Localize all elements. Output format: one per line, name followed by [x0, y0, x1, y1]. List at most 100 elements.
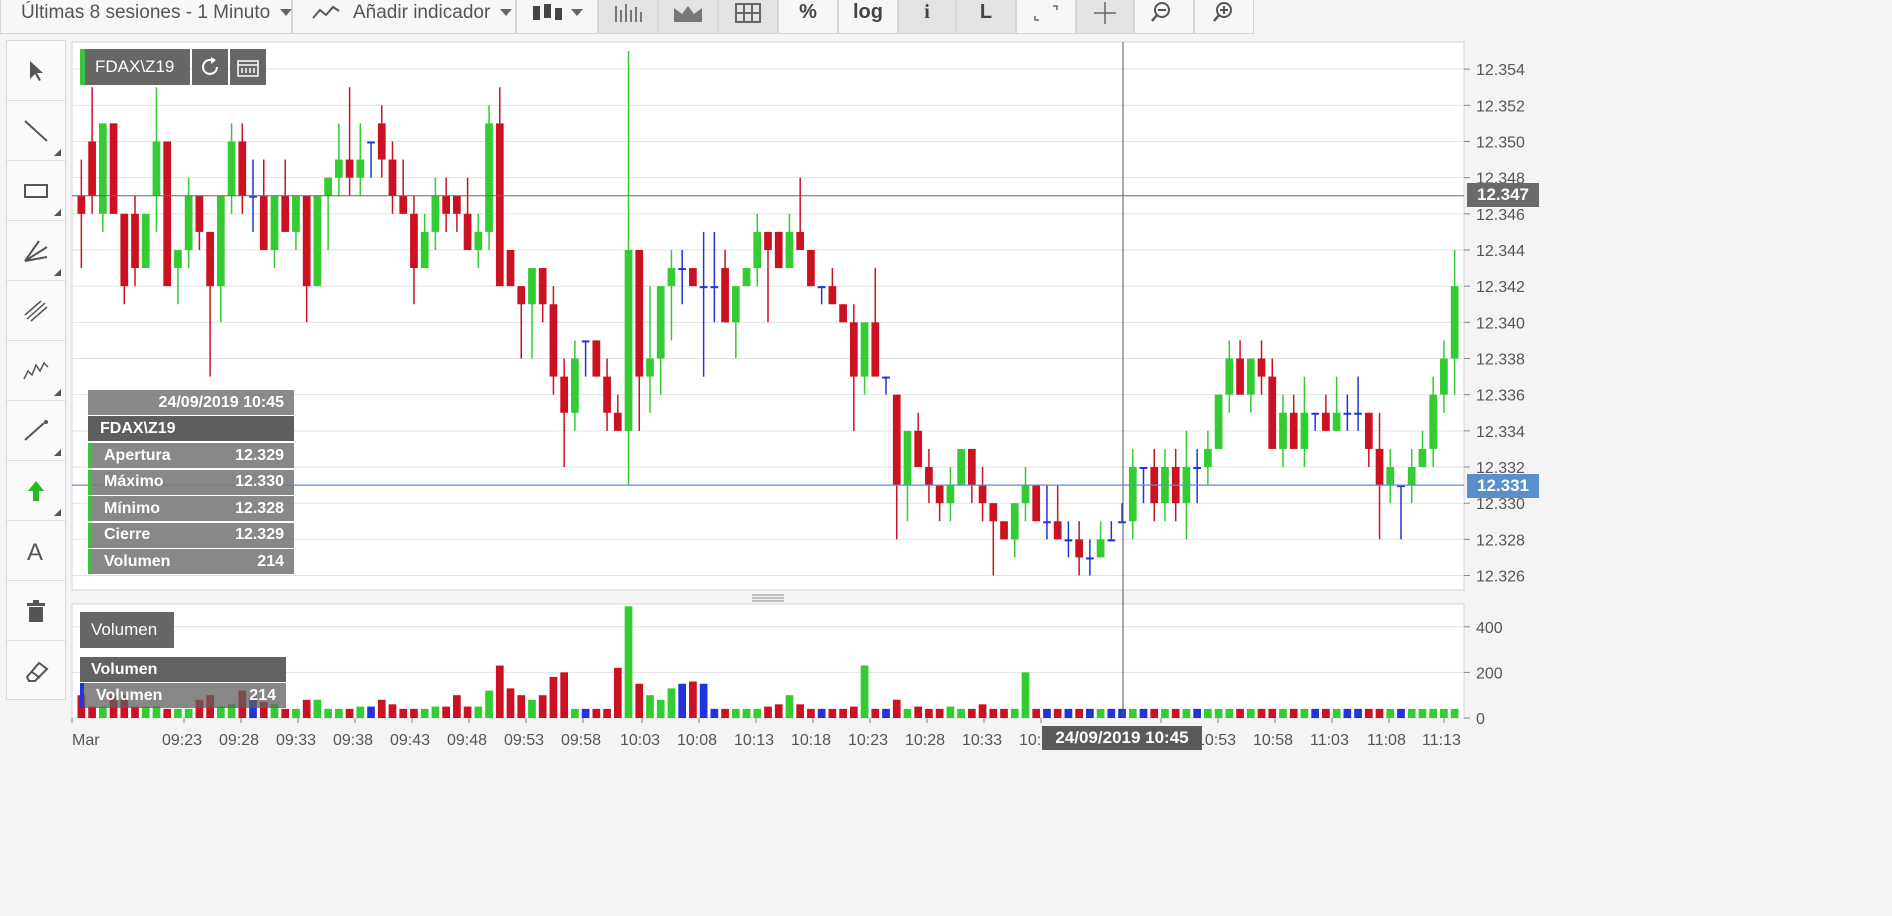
y-tick-label: 12.340: [1476, 315, 1525, 332]
candle-body: [195, 195, 204, 232]
tooltip-row: Cierre 12.329: [88, 522, 294, 548]
volume-bar: [1064, 708, 1073, 718]
candle-body: [1386, 467, 1395, 486]
volume-bar: [1043, 708, 1051, 718]
volume-bar: [184, 708, 193, 718]
volume-bar: [163, 708, 172, 718]
volume-bar: [420, 708, 429, 718]
volume-axis: 400 200 0: [1464, 620, 1503, 728]
volume-bar: [1225, 708, 1234, 718]
volume-bar: [410, 708, 418, 718]
candle-body: [731, 286, 740, 323]
x-tick-label: 09:23: [162, 732, 202, 749]
candle-body: [1332, 412, 1341, 431]
price-chart[interactable]: 12.35412.35212.35012.34812.34612.34412.3…: [0, 0, 1568, 759]
y-tick-label: 12.336: [1476, 388, 1525, 405]
tooltip-row: Mínimo 12.328: [88, 496, 294, 521]
volume-bar: [1418, 708, 1427, 718]
tooltip-row: Volumen 214: [88, 549, 294, 574]
tooltip-row-label: Cierre: [104, 526, 151, 543]
tooltip-row-label: Máximo: [104, 473, 164, 490]
volume-bar: [463, 706, 472, 718]
candle-body: [603, 376, 611, 413]
volume-bar: [903, 708, 912, 718]
candle-body: [967, 448, 976, 486]
volume-bar: [689, 681, 697, 718]
volume-bar: [1364, 708, 1373, 718]
refresh-icon: [202, 57, 218, 75]
candle-body: [678, 268, 687, 271]
candle-body: [1032, 485, 1041, 522]
candle-body: [1000, 521, 1008, 540]
volume-bar: [742, 708, 751, 718]
volume-legend: Volumen: [80, 657, 286, 682]
candle-body: [206, 231, 214, 287]
candle-body: [1268, 376, 1277, 449]
candle-body: [88, 141, 96, 196]
volume-bar: [281, 708, 290, 718]
volume-bar: [946, 706, 955, 718]
candle-body: [721, 268, 729, 323]
y-tick-label: 12.352: [1476, 98, 1525, 115]
volume-bar: [1075, 708, 1083, 718]
volume-bar: [1107, 708, 1116, 718]
volume-bar: [1429, 708, 1438, 718]
candle-body: [1279, 412, 1287, 449]
volume-bar: [603, 708, 611, 718]
candle-body: [549, 304, 558, 377]
candle-body: [1085, 557, 1094, 560]
candle-body: [463, 213, 472, 250]
volume-bar: [334, 708, 343, 718]
candle-body: [1450, 286, 1459, 359]
candle-body: [238, 141, 247, 196]
y-tick-label: 12.342: [1476, 279, 1525, 296]
candle-body: [560, 376, 569, 413]
volume-bar: [1118, 708, 1126, 718]
candle-body: [1096, 539, 1105, 558]
candle-body: [120, 213, 129, 287]
candle-body: [302, 195, 311, 287]
volume-bar: [88, 706, 96, 718]
candle-body: [1053, 521, 1062, 540]
current-price-label: 12.331: [1467, 474, 1539, 498]
tooltip-symbol: FDAX\Z19: [88, 416, 294, 441]
candle-body: [957, 448, 965, 486]
candle-body: [1064, 539, 1073, 542]
candle-body: [367, 141, 375, 144]
volume-bar: [560, 672, 569, 718]
tooltip-row-value: 12.330: [235, 473, 284, 490]
volume-value-row: Volumen 214: [80, 683, 286, 708]
volume-bar: [635, 683, 644, 718]
symbol-label: FDAX\Z19: [80, 49, 190, 85]
volume-bar: [581, 708, 590, 718]
refresh-button[interactable]: [192, 49, 228, 85]
candle-body: [774, 231, 783, 269]
volume-bar: [860, 665, 869, 718]
symbol-text: FDAX\Z19: [95, 57, 175, 76]
candle-body: [1225, 358, 1234, 395]
volume-panel-title: Volumen: [80, 612, 174, 648]
panel-resize-handle[interactable]: [752, 594, 784, 602]
y-tick-label: 12.346: [1476, 207, 1525, 224]
candle-body: [216, 195, 225, 287]
volume-bar: [313, 699, 322, 718]
candle-body: [377, 123, 386, 160]
volume-bar: [98, 706, 107, 718]
volume-bar: [388, 704, 397, 718]
volume-bar: [1204, 708, 1212, 718]
volume-bar: [849, 706, 858, 718]
volume-bar: [356, 706, 365, 718]
volume-bar: [302, 699, 311, 718]
tooltip-row-value: 12.328: [235, 499, 284, 517]
y-tick-label: 12.338: [1476, 352, 1525, 369]
y-tick-label: 12.354: [1476, 62, 1525, 79]
volume-bar: [731, 708, 740, 718]
crosshair-price-text: 12.347: [1477, 185, 1529, 204]
candle-body: [1418, 448, 1427, 468]
time-axis: Mar 09:23 09:28 09:33 09:38 09:43 09:48 09:53 09…: [71, 718, 1461, 749]
candle-body: [292, 195, 300, 232]
volume-bar: [667, 688, 676, 718]
candle-body: [1107, 539, 1116, 542]
calendar-button[interactable]: [230, 49, 266, 85]
candle-body: [785, 231, 794, 269]
